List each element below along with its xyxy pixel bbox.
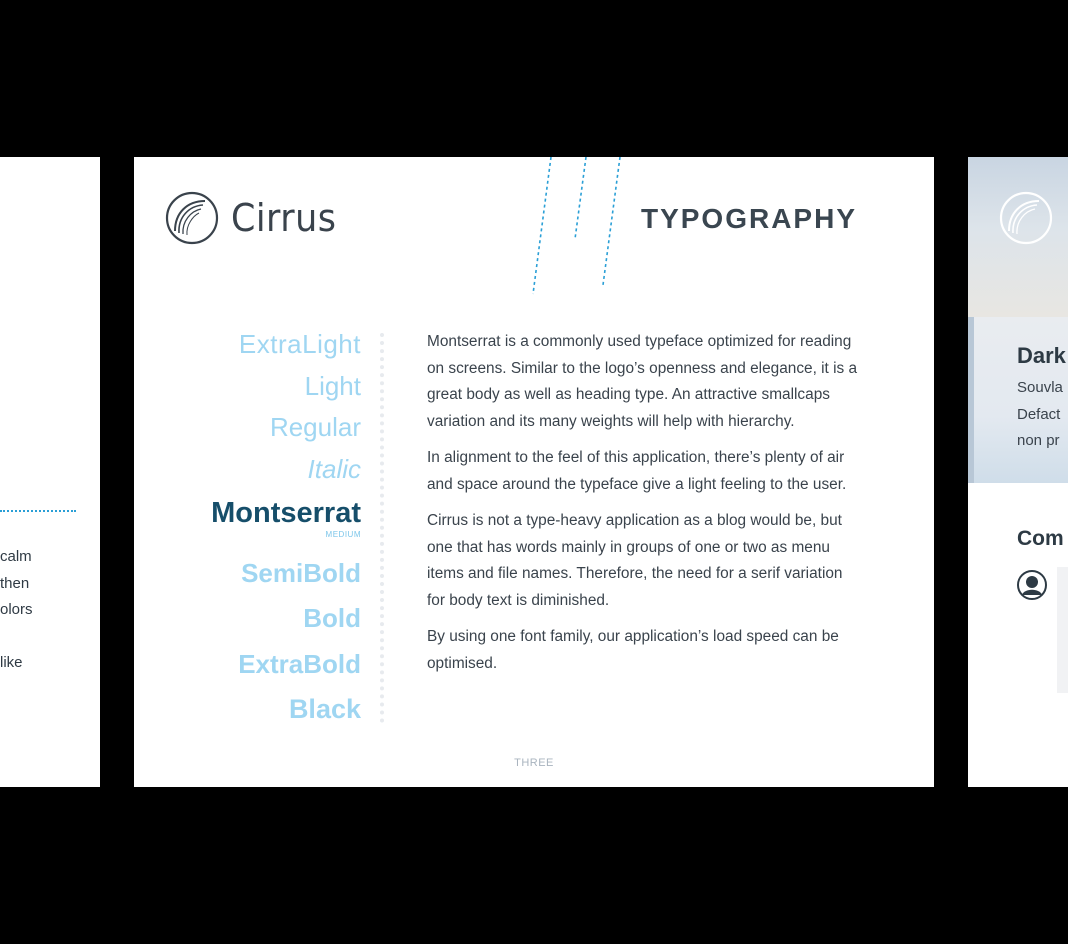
cirrus-logo-icon (165, 191, 219, 245)
dotted-vertical-divider (380, 333, 384, 723)
weight-sample-bold: Bold (303, 603, 361, 633)
rain-lines-decoration (532, 157, 621, 295)
next-slide-line: non pr (1017, 432, 1060, 449)
next-slide-line: Defact (1017, 405, 1061, 423)
previous-slide-text: calm then olors like (0, 544, 33, 677)
weight-sample-extrabold: ExtraBold (238, 649, 361, 679)
weight-sample-regular: Regular (269, 412, 361, 442)
user-avatar-icon (1017, 570, 1047, 600)
body-paragraph: Cirrus is not a type-heavy application a… (427, 512, 843, 609)
weight-sample-black: Black (288, 694, 361, 724)
body-paragraph: By using one font family, our applicatio… (427, 628, 839, 672)
typography-slide: Cirrus TYPOGRAPHY ExtraLight Light Regul… (134, 157, 934, 787)
weight-medium-caption: MEDIUM (325, 530, 361, 539)
body-paragraph: In alignment to the feel of this applica… (427, 449, 847, 493)
previous-slide[interactable]: calm then olors like (0, 157, 100, 787)
logo-wordmark: Cirrus (231, 196, 337, 240)
previous-slide-line: like (0, 654, 23, 671)
weight-sample-semibold: SemiBold (241, 558, 361, 588)
page-title: TYPOGRAPHY (640, 203, 857, 234)
weight-sample-italic: Italic (307, 454, 361, 484)
next-slide-heading: Dark (1017, 343, 1066, 368)
next-slide-text: Souvla Defact non pr (1017, 375, 1063, 455)
panel-edge (968, 317, 974, 483)
previous-slide-line: olors (0, 601, 33, 618)
comments-heading: Com (1017, 527, 1064, 550)
body-paragraph: Montserrat is a commonly used typeface o… (427, 333, 858, 430)
weight-sample-light: Light (304, 371, 361, 401)
typography-description: Montserrat is a commonly used typeface o… (427, 329, 862, 687)
dotted-divider (0, 510, 76, 512)
previous-slide-line: then (0, 574, 30, 592)
page-number: THREE (514, 757, 554, 769)
weight-sample-medium: Montserrat (211, 497, 361, 529)
cirrus-logo: Cirrus (165, 191, 346, 245)
next-slide[interactable]: Dark Souvla Defact non pr Com (968, 157, 1068, 787)
previous-slide-line: calm (0, 548, 32, 565)
previous-slide-line (0, 624, 33, 651)
weight-sample-extralight: ExtraLight (238, 329, 361, 359)
cirrus-logo-icon (999, 191, 1053, 245)
comment-box (1057, 567, 1068, 693)
next-slide-line: Souvla (1017, 379, 1063, 396)
